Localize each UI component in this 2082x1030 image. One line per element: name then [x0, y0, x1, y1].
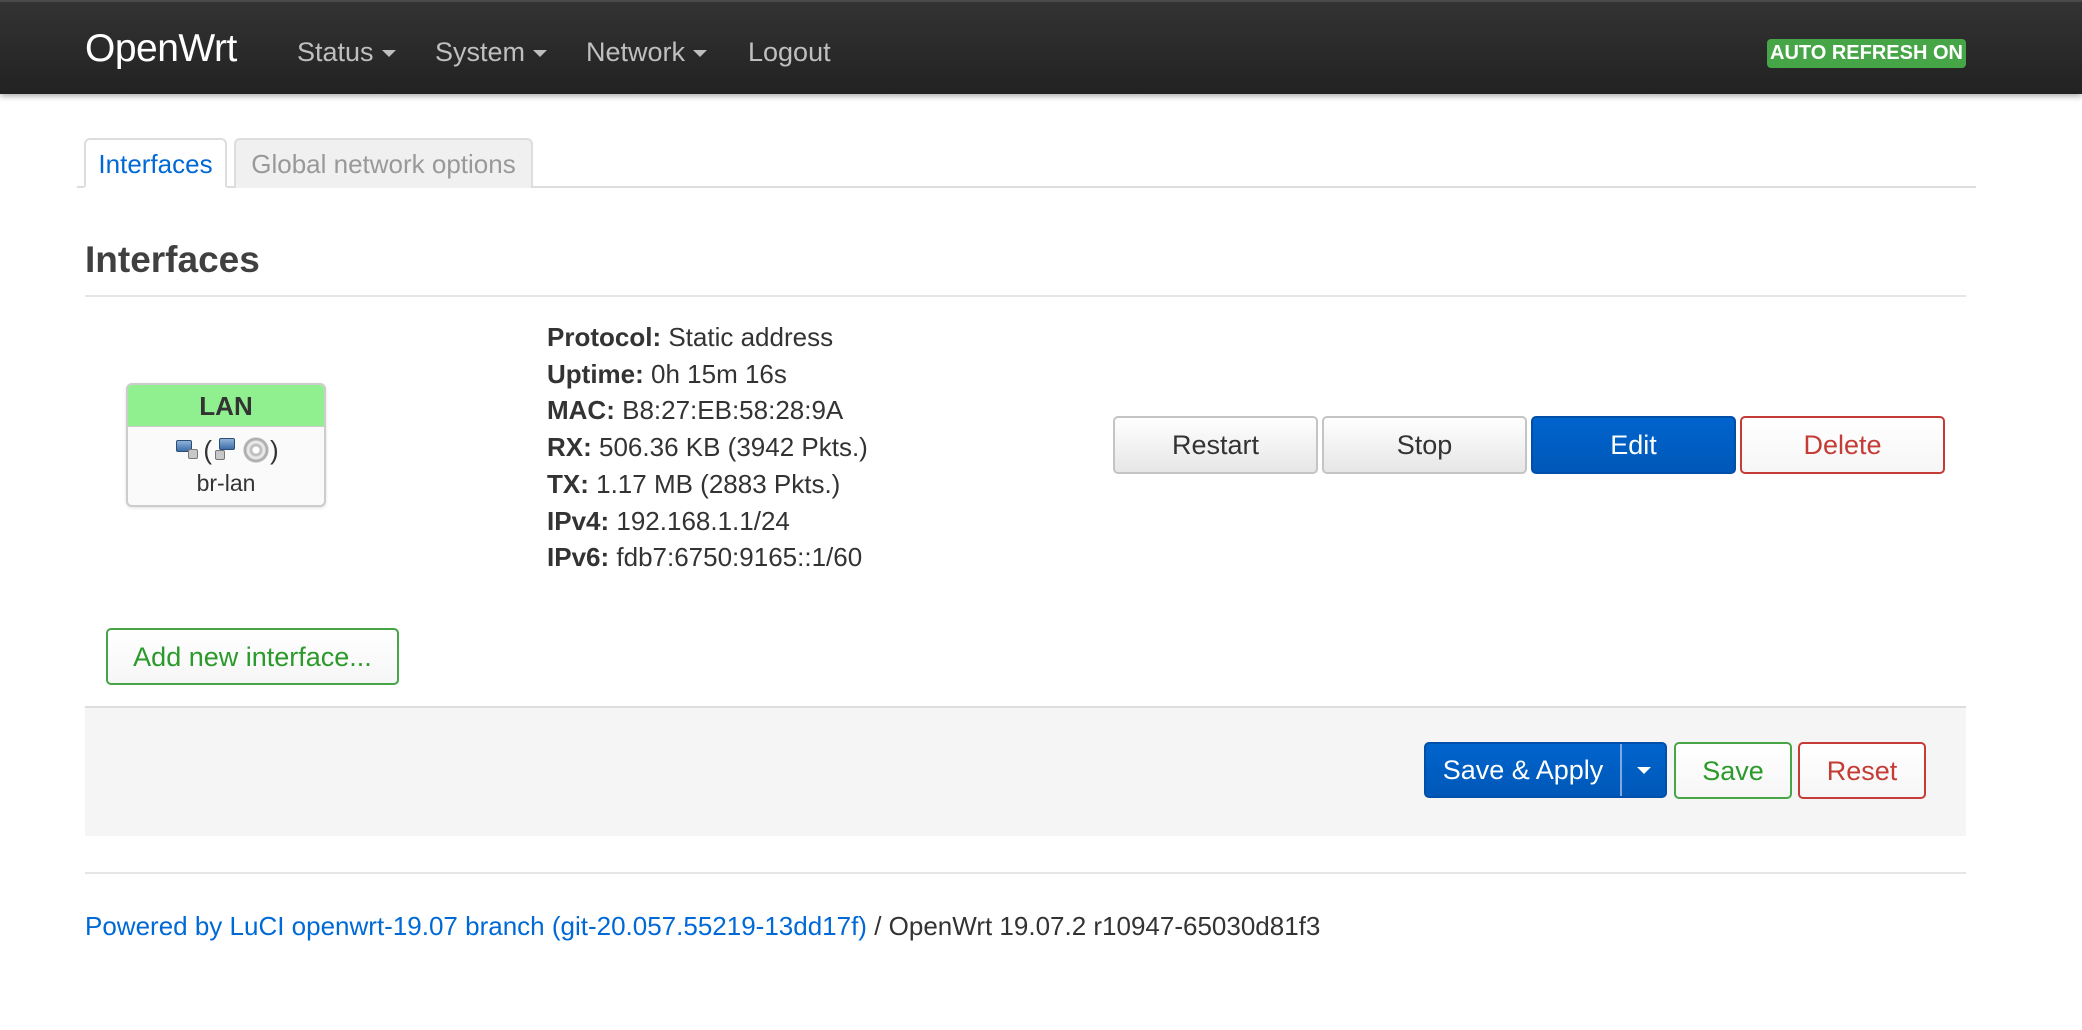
wireless-icon: [243, 437, 269, 463]
luci-powered-by-link[interactable]: Powered by LuCI openwrt-19.07 branch (gi…: [85, 911, 867, 941]
interface-port-icons: ( ): [128, 427, 324, 469]
footer-divider: [85, 872, 1966, 874]
top-navbar: OpenWrt Status System Network Logout AUT…: [0, 0, 2082, 94]
nav-system-menu[interactable]: System: [435, 35, 548, 69]
detail-uptime: Uptime: 0h 15m 16s: [547, 358, 787, 389]
detail-protocol: Protocol: Static address: [547, 322, 834, 352]
section-title: Interfaces: [85, 239, 260, 280]
reset-button[interactable]: Reset: [1798, 742, 1926, 799]
icons-open-paren: (: [203, 434, 212, 465]
nav-status-label: Status: [297, 37, 374, 67]
delete-button[interactable]: Delete: [1740, 416, 1945, 474]
nav-logout-label: Logout: [748, 37, 831, 67]
interface-name: LAN: [128, 385, 324, 427]
chevron-down-icon: [533, 49, 548, 57]
detail-ipv4: IPv4: 192.168.1.1/24: [547, 505, 790, 536]
ethernet-port-icon: [174, 437, 202, 463]
detail-mac: MAC: B8:27:EB:58:28:9A: [547, 395, 844, 426]
detail-ipv6: IPv6: fdb7:6750:9165::1/60: [547, 542, 863, 573]
save-button[interactable]: Save: [1674, 742, 1792, 799]
nav-network-menu[interactable]: Network: [586, 35, 708, 69]
ethernet-port-icon: [213, 437, 241, 463]
interface-badge: LAN ( ) br-lan: [126, 383, 326, 507]
edit-button[interactable]: Edit: [1531, 416, 1736, 474]
brand-logo[interactable]: OpenWrt: [85, 26, 237, 72]
chevron-down-icon: [381, 49, 396, 57]
tab-interfaces[interactable]: Interfaces: [84, 138, 227, 188]
nav-logout-link[interactable]: Logout: [748, 35, 831, 69]
interface-details: Protocol: Static address Uptime: 0h 15m …: [547, 319, 868, 576]
footer: Powered by LuCI openwrt-19.07 branch (gi…: [85, 909, 1320, 943]
nav-network-label: Network: [586, 37, 686, 67]
detail-tx: TX: 1.17 MB (2883 Pkts.): [547, 468, 841, 499]
save-apply-dropdown-toggle[interactable]: [1622, 744, 1665, 796]
footer-separator: /: [866, 911, 889, 941]
save-apply-button[interactable]: Save & Apply: [1426, 744, 1622, 796]
firmware-version: OpenWrt 19.07.2 r10947-65030d81f3: [888, 911, 1321, 941]
stop-button[interactable]: Stop: [1322, 416, 1527, 474]
detail-rx: RX: 506.36 KB (3942 Pkts.): [547, 432, 868, 463]
chevron-down-icon: [1636, 766, 1651, 774]
tab-global-network-options[interactable]: Global network options: [234, 138, 533, 188]
nav-status-menu[interactable]: Status: [297, 35, 396, 69]
restart-button[interactable]: Restart: [1113, 416, 1318, 474]
auto-refresh-badge[interactable]: AUTO REFRESH ON: [1767, 39, 1966, 68]
chevron-down-icon: [693, 49, 708, 57]
section-divider: [85, 295, 1966, 297]
icons-close-paren: ): [270, 434, 279, 465]
interface-device: br-lan: [196, 470, 256, 496]
nav-system-label: System: [435, 37, 526, 67]
add-interface-button[interactable]: Add new interface...: [106, 628, 399, 685]
save-apply-button-group: Save & Apply: [1424, 742, 1667, 798]
